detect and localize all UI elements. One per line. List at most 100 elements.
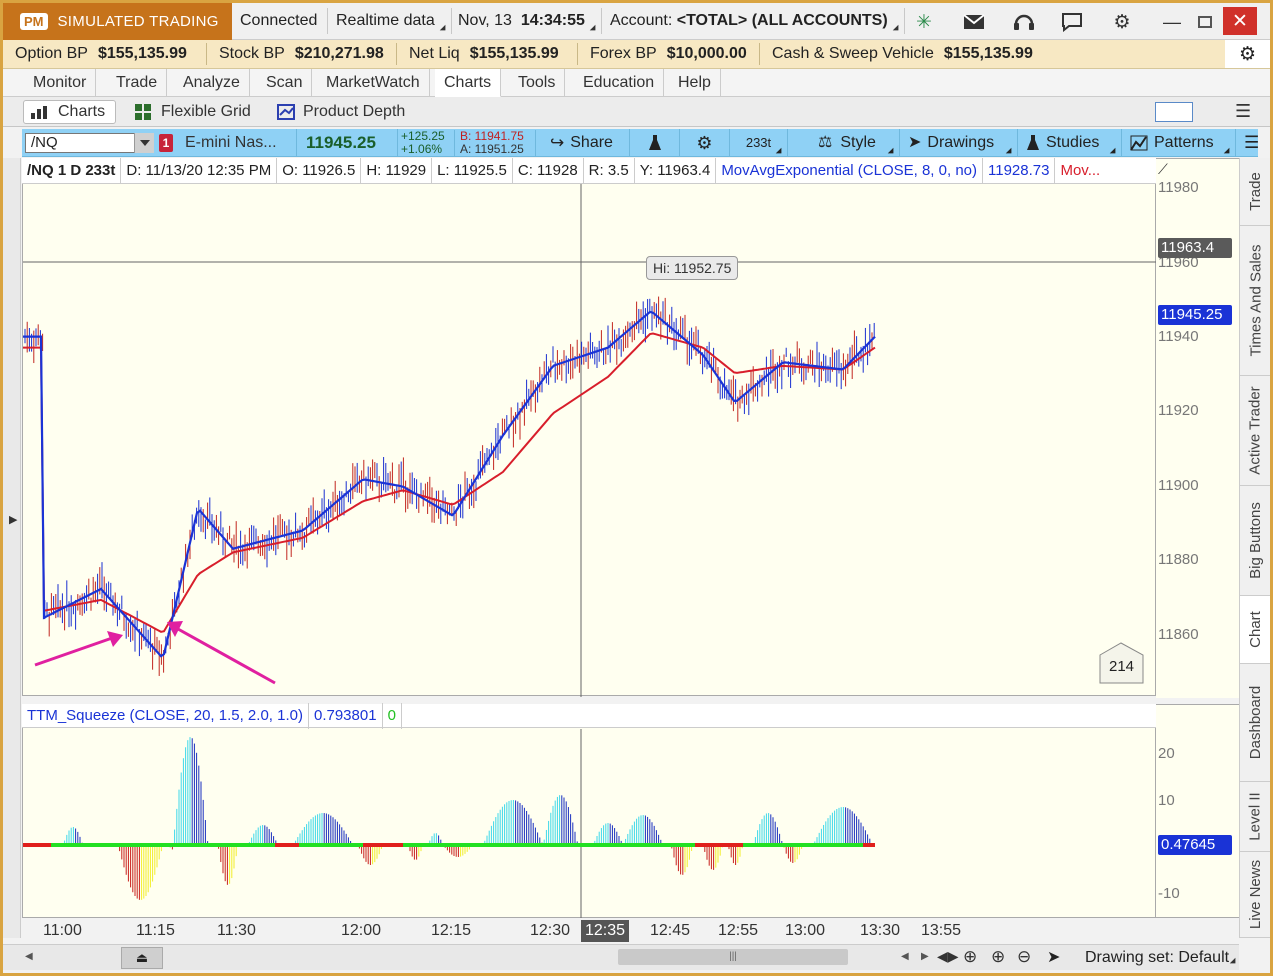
balance-value: $155,135.99 [97, 45, 187, 62]
expand-arrow-icon[interactable]: ▶ [9, 513, 17, 526]
squeeze-dot [355, 843, 359, 847]
collapse-panel-icon[interactable]: ⏏ [121, 947, 163, 969]
minimize-icon[interactable]: — [1155, 8, 1189, 36]
divider [759, 43, 760, 65]
symbol-period: /NQ 1 D 233t [22, 158, 122, 183]
squeeze-dot [451, 843, 455, 847]
zoom-in-icon[interactable]: ⊕ [991, 947, 1005, 967]
squeeze-dot [843, 843, 847, 847]
data-feed-menu[interactable]: Realtime data [336, 8, 452, 34]
price-chart[interactable] [22, 158, 1157, 697]
squeeze-dot [247, 843, 251, 847]
scroll-thumb[interactable]: ||| [618, 949, 848, 965]
envelope-icon [963, 14, 985, 29]
squeeze-dot [383, 843, 387, 847]
maximize-icon[interactable] [1188, 8, 1222, 36]
chevron-down-icon[interactable] [134, 133, 154, 153]
link-badge[interactable]: 1 [159, 134, 173, 152]
scroll-prev-icon[interactable]: ◀ [901, 951, 909, 962]
flask-shape [648, 135, 661, 150]
side-tab-dashboard[interactable]: Dashboard [1240, 664, 1271, 782]
squeeze-dot [343, 843, 347, 847]
tab-marketwatch[interactable]: MarketWatch [317, 69, 430, 97]
squeeze-dot [823, 843, 827, 847]
crosshair-icon[interactable]: ⊕ [963, 947, 977, 967]
side-tab-times-and-sales[interactable]: Times And Sales [1240, 226, 1271, 376]
studies-menu[interactable]: Studies [1018, 129, 1122, 157]
bar-count-badge[interactable]: 214 [1099, 642, 1144, 684]
close-icon[interactable]: ✕ [1223, 7, 1257, 35]
squeeze-dot [363, 843, 367, 847]
subtab-flexible-grid[interactable]: Flexible Grid [129, 100, 261, 124]
side-tab-big-buttons[interactable]: Big Buttons [1240, 486, 1271, 596]
aggregation-selector[interactable]: 233t [730, 129, 788, 157]
messages-icon[interactable] [957, 8, 991, 36]
squeeze-dot [711, 843, 715, 847]
side-tab-level-ii[interactable]: Level II [1240, 782, 1271, 852]
study2-label[interactable]: Mov... [1055, 158, 1105, 183]
scale-toggle-icon[interactable]: ⟋ [1158, 161, 1168, 178]
balance-settings-icon[interactable]: ⚙ [1225, 40, 1270, 68]
scroll-next-icon[interactable]: ▶ [921, 951, 929, 962]
chart-settings-icon[interactable]: ⚙ [680, 129, 730, 157]
toolbar-menu-icon[interactable]: ☰ [1236, 129, 1259, 157]
ttm-study-label[interactable]: TTM_Squeeze (CLOSE, 20, 1.5, 2.0, 1.0) [22, 702, 309, 729]
squeeze-dot [563, 843, 567, 847]
style-menu[interactable]: ⚖ Style [810, 129, 900, 157]
subtab-charts[interactable]: Charts [23, 100, 117, 124]
squeeze-dot [467, 843, 471, 847]
squeeze-dot [111, 843, 115, 847]
tab-scan[interactable]: Scan [257, 69, 313, 97]
side-tab-active-trader[interactable]: Active Trader [1240, 376, 1271, 486]
squeeze-dot [851, 843, 855, 847]
ticker-spark-icon[interactable]: ✳ [907, 8, 941, 36]
squeeze-dot [627, 843, 631, 847]
share-button[interactable]: ↪ Share [542, 129, 630, 157]
studies-flask-icon [1027, 135, 1039, 150]
left-collapse-strip[interactable]: ▶ [3, 158, 21, 938]
patterns-menu[interactable]: Patterns [1122, 129, 1236, 157]
squeeze-dot [443, 843, 447, 847]
tab-charts[interactable]: Charts [435, 69, 502, 97]
flask-icon[interactable] [630, 129, 680, 157]
drawings-menu[interactable]: ➤ Drawings [900, 129, 1018, 157]
account-selector[interactable]: Account: <TOTAL> (ALL ACCOUNTS) [610, 8, 905, 34]
squeeze-dot [191, 843, 195, 847]
subtab-product-depth[interactable]: Product Depth [271, 100, 415, 124]
tab-trade[interactable]: Trade [107, 69, 168, 97]
squeeze-dot [275, 843, 279, 847]
time-axis[interactable]: 11:00 11:15 11:30 12:00 12:15 12:30 12:4… [22, 918, 1239, 944]
ttm-axis[interactable]: 20 10 -10 0.47645 [1156, 704, 1239, 918]
squeeze-dot [503, 843, 507, 847]
zoom-out-icon[interactable]: ⊖ [1017, 947, 1031, 967]
menu-icon[interactable]: ☰ [1235, 101, 1251, 122]
tab-tools[interactable]: Tools [509, 69, 566, 97]
price-axis[interactable]: 11980 11960 11940 11920 11900 11880 1186… [1156, 158, 1239, 698]
study-label[interactable]: MovAvgExponential (CLOSE, 8, 0, no) [716, 158, 984, 183]
tab-monitor[interactable]: Monitor [24, 69, 97, 97]
expand-range-icon[interactable]: ◀▶ [937, 948, 959, 965]
squeeze-dot [655, 843, 659, 847]
chart-scrollbar[interactable]: ◀ ⏏ ||| ◀ ▶ ◀▶ ⊕ ⊕ ⊖ ➤ Drawing set: Defa… [3, 944, 1239, 970]
chat-icon[interactable] [1055, 8, 1089, 36]
tab-help[interactable]: Help [669, 69, 721, 97]
squeeze-dot [431, 843, 435, 847]
ttm-squeeze-pane[interactable] [22, 704, 1156, 919]
settings-gear-icon[interactable]: ⚙ [1105, 8, 1139, 36]
squeeze-dot [831, 843, 835, 847]
squeeze-dot [615, 843, 619, 847]
side-tab-trade[interactable]: Trade [1240, 158, 1271, 226]
pointer-icon[interactable]: ➤ [1047, 947, 1060, 967]
side-tab-live-news[interactable]: Live News [1240, 852, 1271, 938]
drawing-set-selector[interactable]: Drawing set: Default [1085, 949, 1241, 967]
date-time-menu[interactable]: Nov, 13 14:34:55 [458, 8, 602, 34]
squeeze-dot [95, 843, 99, 847]
squeeze-dot [27, 843, 31, 847]
support-headset-icon[interactable] [1007, 8, 1041, 36]
layout-selector[interactable] [1155, 102, 1193, 122]
squeeze-dot [399, 843, 403, 847]
tab-education[interactable]: Education [574, 69, 665, 97]
tab-analyze[interactable]: Analyze [174, 69, 250, 97]
side-tab-chart[interactable]: Chart [1240, 596, 1271, 664]
scroll-left-icon[interactable]: ◀ [25, 951, 33, 962]
